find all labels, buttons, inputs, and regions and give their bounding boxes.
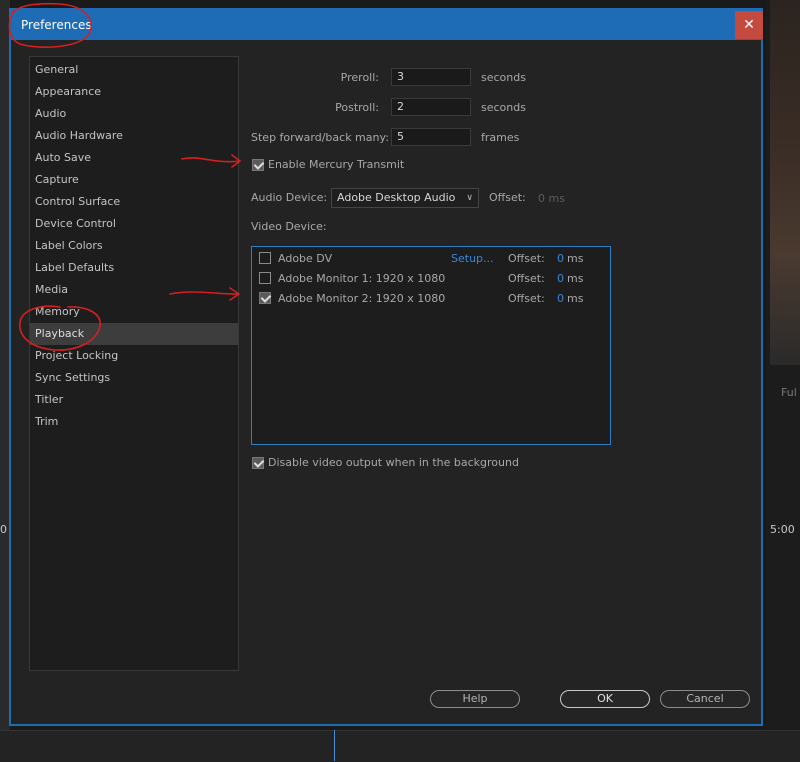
- video-device-checkbox-adobe-dv[interactable]: [259, 252, 271, 264]
- video-device-name: Adobe Monitor 1: 1920 x 1080: [278, 272, 446, 285]
- close-button[interactable]: ✕: [735, 11, 763, 39]
- video-offset-value[interactable]: 0: [557, 272, 564, 285]
- video-offset-label: Offset:: [508, 252, 545, 265]
- postroll-field[interactable]: 2: [391, 98, 471, 116]
- sidebar-item-control-surface[interactable]: Control Surface: [30, 191, 238, 213]
- video-offset-unit: ms: [567, 292, 584, 305]
- sidebar-item-device-control[interactable]: Device Control: [30, 213, 238, 235]
- sidebar-item-playback[interactable]: Playback: [30, 323, 238, 345]
- disable-background-output-label: Disable video output when in the backgro…: [268, 456, 519, 469]
- dialog-title: Preferences: [21, 18, 92, 32]
- help-button[interactable]: Help: [430, 690, 520, 708]
- sidebar-item-general[interactable]: General: [30, 59, 238, 81]
- background-video-frame: [770, 0, 800, 365]
- close-icon: ✕: [743, 17, 755, 33]
- background-timecode: 5:00: [770, 523, 795, 536]
- video-offset-value[interactable]: 0: [557, 252, 564, 265]
- cancel-button[interactable]: Cancel: [660, 690, 750, 708]
- sidebar-item-audio-hardware[interactable]: Audio Hardware: [30, 125, 238, 147]
- sidebar-item-auto-save[interactable]: Auto Save: [30, 147, 238, 169]
- preferences-sidebar: General Appearance Audio Audio Hardware …: [29, 56, 239, 671]
- chevron-down-icon: ∨: [466, 193, 473, 203]
- video-device-label: Video Device:: [251, 220, 327, 233]
- sidebar-item-media[interactable]: Media: [30, 279, 238, 301]
- audio-device-select[interactable]: Adobe Desktop Audio ∨: [331, 188, 479, 208]
- preroll-field[interactable]: 3: [391, 68, 471, 86]
- ok-button[interactable]: OK: [560, 690, 650, 708]
- postroll-unit: seconds: [481, 101, 526, 114]
- step-unit: frames: [481, 131, 520, 144]
- setup-link[interactable]: Setup...: [451, 252, 494, 265]
- sidebar-item-memory[interactable]: Memory: [30, 301, 238, 323]
- background-timeline: [0, 730, 800, 762]
- step-field[interactable]: 5: [391, 128, 471, 146]
- video-device-name: Adobe Monitor 2: 1920 x 1080: [278, 292, 446, 305]
- sidebar-item-label-defaults[interactable]: Label Defaults: [30, 257, 238, 279]
- video-offset-label: Offset:: [508, 292, 545, 305]
- background-timecode-left: 0: [0, 523, 7, 536]
- preroll-label: Preroll:: [340, 71, 379, 84]
- sidebar-item-audio[interactable]: Audio: [30, 103, 238, 125]
- mercury-transmit-checkbox[interactable]: [252, 159, 264, 171]
- dialog-titlebar[interactable]: Preferences ✕: [11, 10, 763, 40]
- background-full-label: Ful: [781, 386, 797, 399]
- sidebar-item-trim[interactable]: Trim: [30, 411, 238, 433]
- video-device-checkbox-monitor-2[interactable]: [259, 292, 271, 304]
- audio-device-label: Audio Device:: [251, 191, 328, 204]
- sidebar-item-sync-settings[interactable]: Sync Settings: [30, 367, 238, 389]
- audio-offset-value: 0 ms: [538, 192, 565, 205]
- video-offset-value[interactable]: 0: [557, 292, 564, 305]
- video-device-checkbox-monitor-1[interactable]: [259, 272, 271, 284]
- sidebar-item-titler[interactable]: Titler: [30, 389, 238, 411]
- disable-background-output-checkbox[interactable]: [252, 457, 264, 469]
- postroll-label: Postroll:: [335, 101, 379, 114]
- video-device-list: Adobe DV Setup... Offset: 0 ms Adobe Mon…: [251, 246, 611, 445]
- preroll-unit: seconds: [481, 71, 526, 84]
- audio-offset-label: Offset:: [489, 191, 526, 204]
- sidebar-item-label-colors[interactable]: Label Colors: [30, 235, 238, 257]
- video-offset-label: Offset:: [508, 272, 545, 285]
- mercury-transmit-label: Enable Mercury Transmit: [268, 158, 405, 171]
- step-label: Step forward/back many:: [251, 131, 389, 144]
- sidebar-item-appearance[interactable]: Appearance: [30, 81, 238, 103]
- sidebar-item-project-locking[interactable]: Project Locking: [30, 345, 238, 367]
- video-offset-unit: ms: [567, 252, 584, 265]
- audio-device-value: Adobe Desktop Audio: [337, 191, 456, 204]
- sidebar-item-capture[interactable]: Capture: [30, 169, 238, 191]
- preferences-dialog: Preferences ✕ General Appearance Audio A…: [9, 8, 763, 726]
- video-device-name: Adobe DV: [278, 252, 333, 265]
- video-offset-unit: ms: [567, 272, 584, 285]
- timeline-playhead: [334, 730, 335, 761]
